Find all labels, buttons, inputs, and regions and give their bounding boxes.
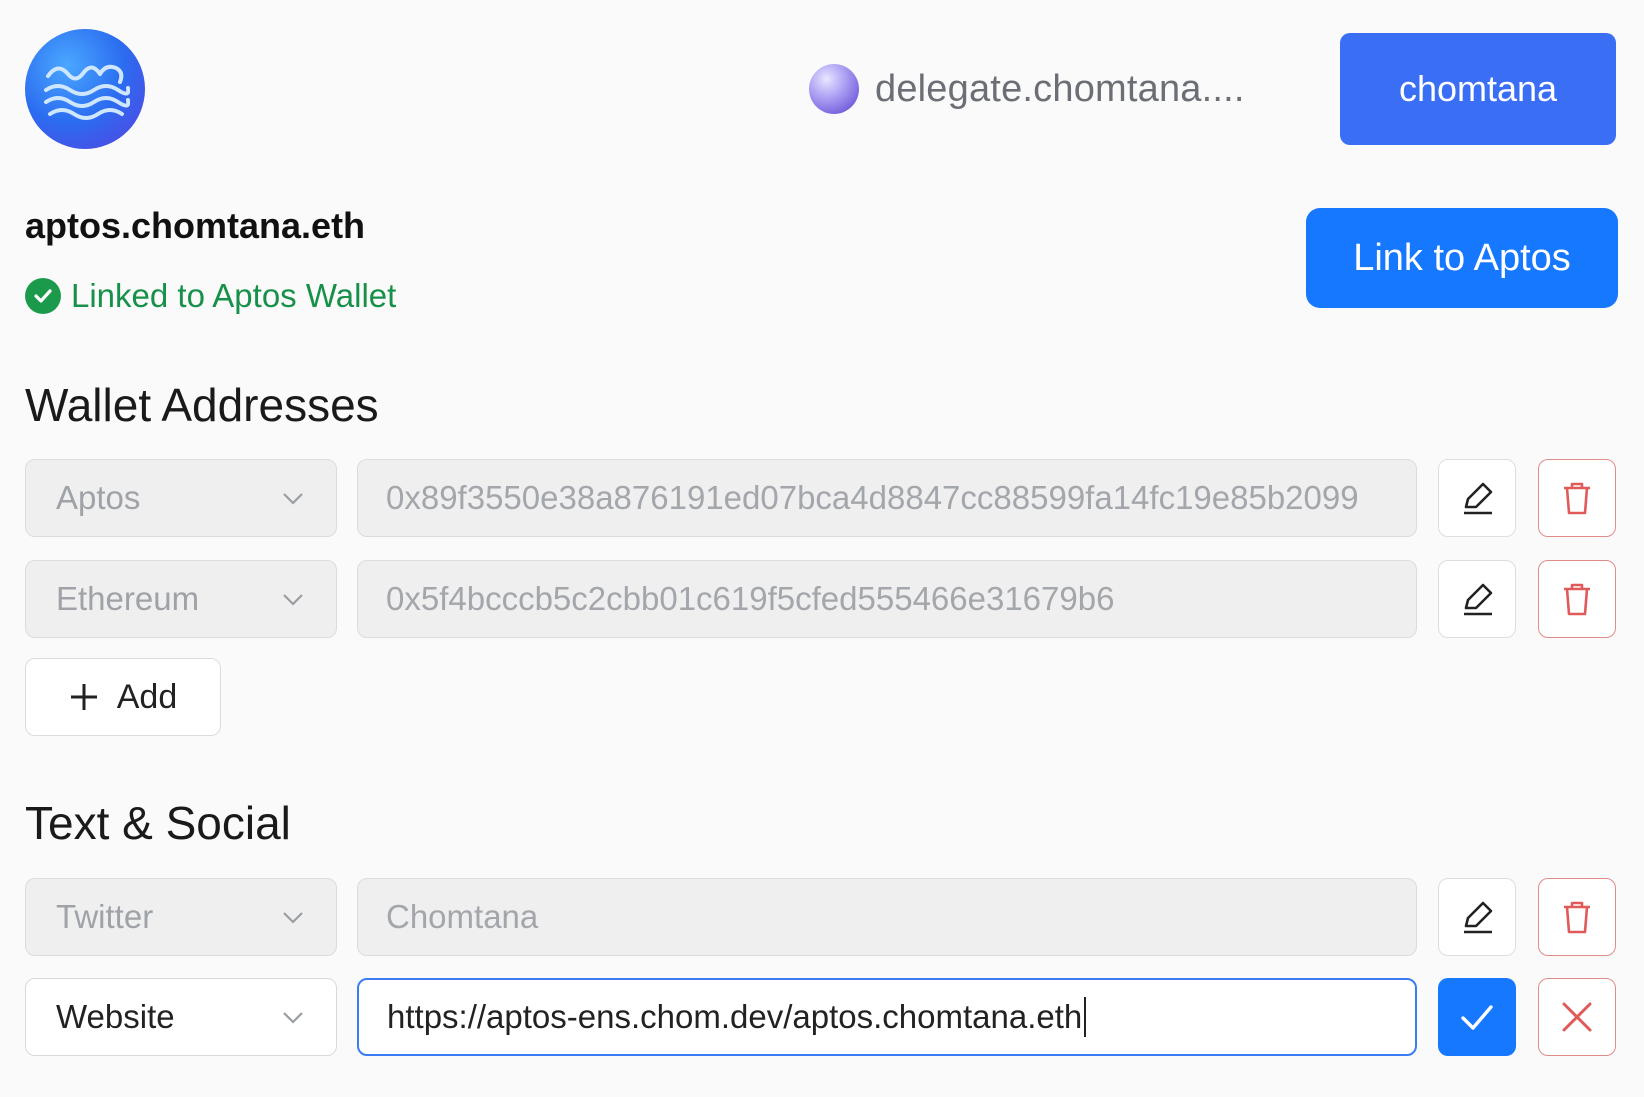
- record-value-input[interactable]: https://aptos-ens.chom.dev/aptos.chomtan…: [357, 978, 1417, 1056]
- linked-status: Linked to Aptos Wallet: [25, 277, 396, 315]
- record-value-field[interactable]: Chomtana: [357, 878, 1417, 956]
- plus-icon: [70, 684, 97, 710]
- chevron-down-icon: [283, 1012, 303, 1024]
- check-circle-icon: [25, 278, 61, 314]
- pencil-icon: [1464, 482, 1493, 515]
- record-type-select[interactable]: Website: [25, 978, 337, 1056]
- chain-select[interactable]: Ethereum: [25, 560, 337, 638]
- record-type-value: Website: [56, 998, 175, 1035]
- record-value-text: https://aptos-ens.chom.dev/aptos.chomtan…: [387, 998, 1083, 1035]
- text-caret: [1084, 997, 1087, 1037]
- trash-icon: [1564, 901, 1590, 934]
- chain-select-value: Ethereum: [56, 580, 200, 617]
- edit-button[interactable]: [1438, 459, 1516, 537]
- link-to-aptos-button[interactable]: Link to Aptos: [1306, 208, 1618, 308]
- pencil-icon: [1464, 901, 1493, 934]
- checkmark-icon: [1461, 1005, 1493, 1030]
- domain-name: aptos.chomtana.eth: [25, 205, 366, 246]
- chain-select[interactable]: Aptos: [25, 459, 337, 537]
- trash-icon: [1564, 482, 1590, 515]
- delegate-account[interactable]: delegate.chomtana....: [809, 60, 1245, 118]
- linked-status-text: Linked to Aptos Wallet: [71, 277, 397, 314]
- close-icon: [1562, 1002, 1592, 1032]
- add-label: Add: [116, 677, 178, 716]
- chevron-down-icon: [283, 912, 303, 924]
- delete-button[interactable]: [1538, 878, 1616, 956]
- add-wallet-button[interactable]: Add: [25, 658, 221, 736]
- delete-button[interactable]: [1538, 459, 1616, 537]
- record-type-select[interactable]: Twitter: [25, 878, 337, 956]
- trash-icon: [1564, 583, 1590, 616]
- chevron-down-icon: [283, 594, 303, 606]
- waves-icon: [44, 64, 130, 120]
- chain-select-value: Aptos: [56, 479, 141, 516]
- edit-button[interactable]: [1438, 878, 1516, 956]
- delete-button[interactable]: [1538, 560, 1616, 638]
- pencil-icon: [1464, 583, 1493, 616]
- cancel-button[interactable]: [1538, 978, 1616, 1056]
- record-type-value: Twitter: [56, 898, 154, 935]
- app-logo[interactable]: [25, 29, 145, 149]
- text-social-heading: Text & Social: [25, 797, 291, 849]
- edit-button[interactable]: [1438, 560, 1516, 638]
- confirm-button[interactable]: [1438, 978, 1516, 1056]
- wallet-addresses-heading: Wallet Addresses: [25, 379, 379, 431]
- wallet-address-field[interactable]: 0x5f4bcccb5c2cbb01c619f5cfed555466e31679…: [357, 560, 1417, 638]
- delegate-label: delegate.chomtana....: [875, 67, 1245, 110]
- chevron-down-icon: [283, 493, 303, 505]
- user-account-button[interactable]: chomtana: [1340, 33, 1616, 145]
- wallet-address-field[interactable]: 0x89f3550e38a876191ed07bca4d8847cc88599f…: [357, 459, 1417, 537]
- account-orb-icon: [809, 64, 859, 114]
